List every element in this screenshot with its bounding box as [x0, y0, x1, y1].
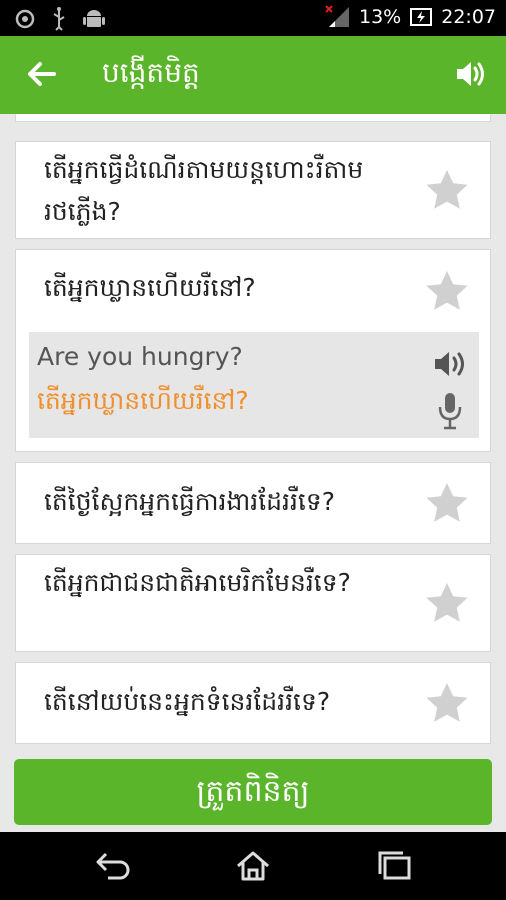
star-icon[interactable] [422, 167, 472, 215]
app-bar: បង្កើតមិត្ត [0, 36, 506, 114]
phrase-text: តើនៅយប់នេះអ្នកទំនេរដែររឺទេ? [44, 687, 331, 716]
android-icon [83, 10, 105, 27]
status-bar: 13% 22:07 [0, 0, 506, 36]
speaker-icon[interactable] [454, 58, 486, 90]
data-saver-icon [15, 9, 35, 29]
phrase-card[interactable]: តើអ្នកជាជនជាតិអាមេរិកមែនរឺទេ? [15, 554, 491, 652]
star-icon[interactable] [422, 680, 472, 728]
star-icon[interactable] [422, 580, 472, 628]
nav-home-icon[interactable] [233, 850, 273, 882]
nav-recent-icon[interactable] [374, 850, 414, 882]
recorded-text: តើអ្នកឃ្លានហើយរឺនៅ? [37, 386, 249, 415]
nav-back-icon[interactable] [92, 850, 132, 882]
battery-charging-icon [410, 8, 433, 26]
phrase-list[interactable]: តើអ្នកធ្វើដំណើរតាមយន្តហោះរឺតាមរថភ្លើង? ត… [0, 114, 506, 758]
list-item[interactable] [15, 114, 491, 122]
phrase-text: តើអ្នកជាជនជាតិអាមេរិកមែនរឺទេ? [44, 568, 351, 597]
translation-text: Are you hungry? [37, 342, 243, 371]
clock: 22:07 [441, 6, 496, 28]
review-button[interactable]: ត្រួតពិនិត្យ [14, 759, 492, 825]
speaker-icon[interactable] [433, 348, 469, 380]
usb-icon [53, 7, 65, 31]
back-arrow-icon[interactable] [24, 56, 58, 92]
phrase-card-expanded[interactable]: តើអ្នកឃ្លានហើយរឺនៅ? Are you hungry? តើអ្… [15, 249, 491, 452]
phrase-card[interactable]: តើថ្ងៃស្អែកអ្នកធ្វើការងារដែររឺទេ? [15, 462, 491, 544]
phrase-text: តើអ្នកធ្វើដំណើរតាមយន្តហោះរឺតាមរថភ្លើង? [44, 155, 364, 226]
phrase-text: តើថ្ងៃស្អែកអ្នកធ្វើការងារដែររឺទេ? [44, 487, 335, 516]
signal-icon [325, 5, 349, 27]
status-notification-icons [14, 7, 106, 31]
phrase-text: តើអ្នកឃ្លានហើយរឺនៅ? [44, 273, 256, 302]
phrase-card[interactable]: តើអ្នកធ្វើដំណើរតាមយន្តហោះរឺតាមរថភ្លើង? [15, 141, 491, 239]
star-icon[interactable] [422, 480, 472, 528]
battery-percent: 13% [359, 6, 402, 28]
microphone-icon[interactable] [437, 392, 463, 430]
page-title: បង្កើតមិត្ត [102, 56, 200, 89]
phrase-detail-panel: Are you hungry? តើអ្នកឃ្លានហើយរឺនៅ? [29, 332, 479, 438]
phrase-card[interactable]: តើនៅយប់នេះអ្នកទំនេរដែររឺទេ? [15, 662, 491, 744]
navigation-bar [0, 832, 506, 900]
star-icon[interactable] [422, 268, 472, 316]
